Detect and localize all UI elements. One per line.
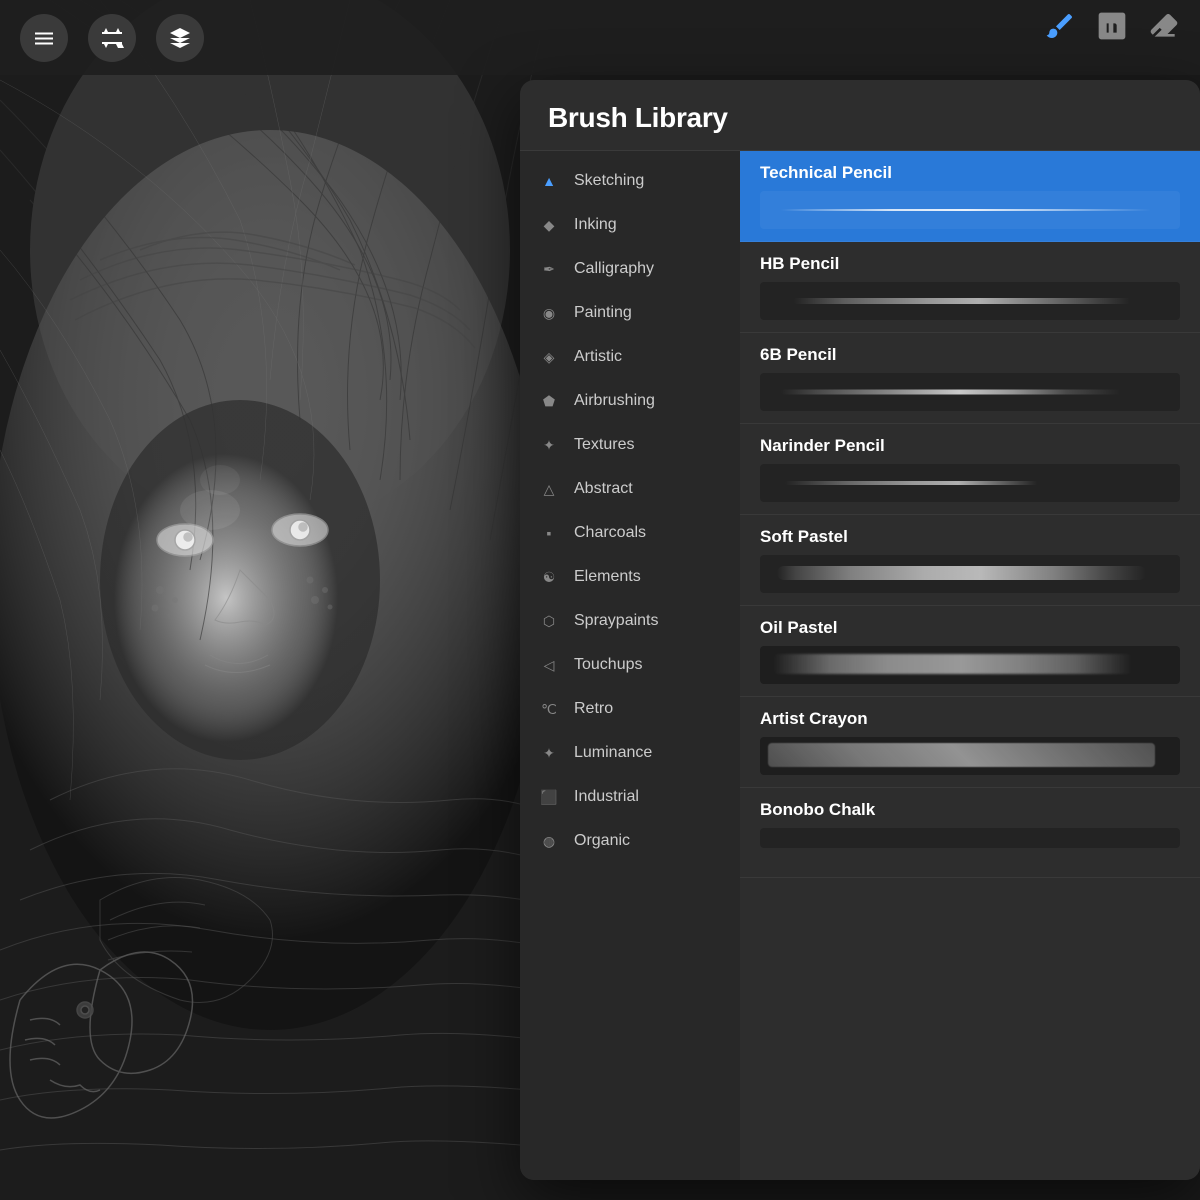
drop-icon: ◆ [538, 214, 560, 236]
panel-title: Brush Library [548, 102, 728, 133]
category-item-airbrushing[interactable]: ⬟ Airbrushing [520, 379, 740, 423]
smudge-button[interactable] [1096, 10, 1128, 42]
category-item-artistic[interactable]: ◈ Artistic [520, 335, 740, 379]
panel-header: Brush Library [520, 80, 1200, 151]
category-label-calligraphy: Calligraphy [574, 260, 654, 278]
retro-c-icon: ℃ [538, 698, 560, 720]
category-label-charcoals: Charcoals [574, 524, 646, 542]
square-icon: ▪ [538, 522, 560, 544]
brush-name-soft-pastel: Soft Pastel [760, 527, 1180, 547]
category-item-painting[interactable]: ◉ Painting [520, 291, 740, 335]
brush-button[interactable] [1044, 10, 1076, 42]
brush-item-technical-pencil[interactable]: Technical Pencil [740, 151, 1200, 242]
drop-fill-icon: ◉ [538, 302, 560, 324]
brush-item-narinder-pencil[interactable]: Narinder Pencil [740, 424, 1200, 515]
can-icon: ⬡ [538, 610, 560, 632]
category-label-artistic: Artistic [574, 348, 622, 366]
category-list: ▲ Sketching ◆ Inking ✒ Calligraphy ◉ Painting ◈ A… [520, 151, 740, 1180]
eraser-button[interactable] [1148, 10, 1180, 42]
asterisk-icon: ✦ [538, 434, 560, 456]
category-item-sketching[interactable]: ▲ Sketching [520, 159, 740, 203]
brush-stroke-bonobo-chalk [760, 828, 1180, 848]
flame-icon: ▲ [538, 170, 560, 192]
brush-stroke-artist-crayon [760, 737, 1180, 775]
anvil-icon: ⬛ [538, 786, 560, 808]
pen-nib-icon: ✒ [538, 258, 560, 280]
leaf-icon: ◈ [538, 346, 560, 368]
arrow-button[interactable] [156, 14, 204, 62]
star-icon: ✦ [538, 742, 560, 764]
category-item-calligraphy[interactable]: ✒ Calligraphy [520, 247, 740, 291]
category-label-industrial: Industrial [574, 788, 639, 806]
brush-stroke-technical-pencil [760, 191, 1180, 229]
category-label-inking: Inking [574, 216, 617, 234]
yin-yang-icon: ☯ [538, 566, 560, 588]
brush-item-artist-crayon[interactable]: Artist Crayon [740, 697, 1200, 788]
category-item-luminance[interactable]: ✦ Luminance [520, 731, 740, 775]
category-item-spraypaints[interactable]: ⬡ Spraypaints [520, 599, 740, 643]
menu-button[interactable] [20, 14, 68, 62]
brush-name-oil-pastel: Oil Pastel [760, 618, 1180, 638]
spray-icon: ⬟ [538, 390, 560, 412]
brush-name-narinder-pencil: Narinder Pencil [760, 436, 1180, 456]
panel-body: ▲ Sketching ◆ Inking ✒ Calligraphy ◉ Painting ◈ A… [520, 151, 1200, 1180]
category-item-touchups[interactable]: ◁ Touchups [520, 643, 740, 687]
category-label-organic: Organic [574, 832, 630, 850]
toolbar [0, 0, 1200, 75]
category-label-airbrushing: Airbrushing [574, 392, 655, 410]
brush-library-panel: Brush Library ▲ Sketching ◆ Inking ✒ Calligra… [520, 80, 1200, 1180]
brush-stroke-narinder-pencil [760, 464, 1180, 502]
category-label-retro: Retro [574, 700, 613, 718]
triangle-icon: △ [538, 478, 560, 500]
category-label-spraypaints: Spraypaints [574, 612, 659, 630]
category-item-industrial[interactable]: ⬛ Industrial [520, 775, 740, 819]
category-label-textures: Textures [574, 436, 634, 454]
brush-item-hb-pencil[interactable]: HB Pencil [740, 242, 1200, 333]
brush-name-artist-crayon: Artist Crayon [760, 709, 1180, 729]
brush-item-6b-pencil[interactable]: 6B Pencil [740, 333, 1200, 424]
right-toolbar [1044, 10, 1180, 42]
brush-item-oil-pastel[interactable]: Oil Pastel [740, 606, 1200, 697]
category-item-organic[interactable]: ◍ Organic [520, 819, 740, 863]
sketch-background [0, 0, 580, 1200]
category-label-abstract: Abstract [574, 480, 633, 498]
category-label-elements: Elements [574, 568, 641, 586]
brush-item-soft-pastel[interactable]: Soft Pastel [740, 515, 1200, 606]
category-label-painting: Painting [574, 304, 632, 322]
leaf-organic-icon: ◍ [538, 830, 560, 852]
category-label-luminance: Luminance [574, 744, 652, 762]
brush-list: Technical Pencil HB Pencil 6B Pencil Narind… [740, 151, 1200, 1180]
brush-stroke-soft-pastel [760, 555, 1180, 593]
category-item-retro[interactable]: ℃ Retro [520, 687, 740, 731]
category-item-textures[interactable]: ✦ Textures [520, 423, 740, 467]
pointer-icon: ◁ [538, 654, 560, 676]
canvas-area [0, 0, 580, 1200]
brush-name-6b-pencil: 6B Pencil [760, 345, 1180, 365]
brush-item-bonobo-chalk[interactable]: Bonobo Chalk [740, 788, 1200, 878]
category-label-sketching: Sketching [574, 172, 644, 190]
category-label-touchups: Touchups [574, 656, 643, 674]
brush-stroke-6b-pencil [760, 373, 1180, 411]
brush-stroke-hb-pencil [760, 282, 1180, 320]
brush-name-bonobo-chalk: Bonobo Chalk [760, 800, 1180, 820]
brush-stroke-oil-pastel [760, 646, 1180, 684]
category-item-elements[interactable]: ☯ Elements [520, 555, 740, 599]
transform-button[interactable] [88, 14, 136, 62]
category-item-abstract[interactable]: △ Abstract [520, 467, 740, 511]
brush-name-technical-pencil: Technical Pencil [760, 163, 1180, 183]
category-item-charcoals[interactable]: ▪ Charcoals [520, 511, 740, 555]
brush-name-hb-pencil: HB Pencil [760, 254, 1180, 274]
category-item-inking[interactable]: ◆ Inking [520, 203, 740, 247]
